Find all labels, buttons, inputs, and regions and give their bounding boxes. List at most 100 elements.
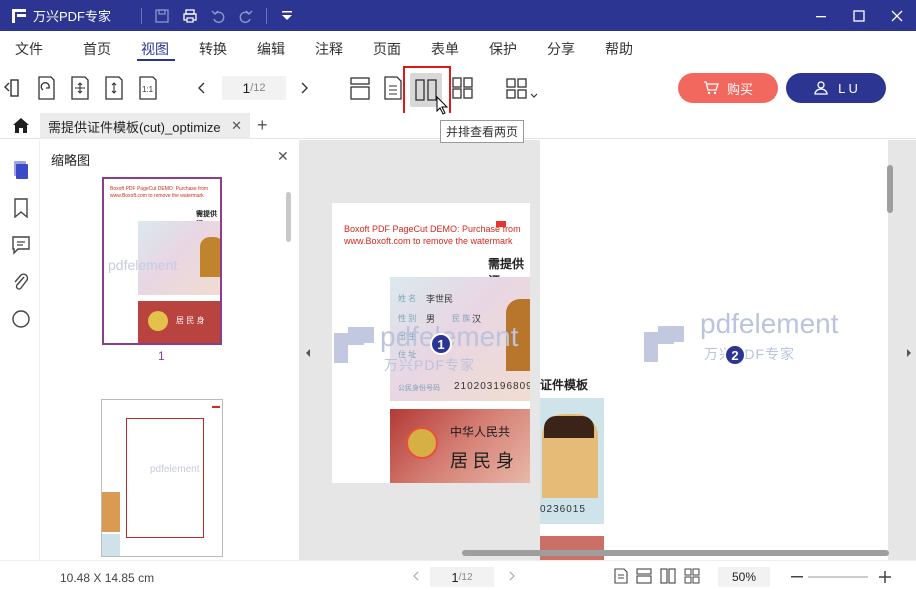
zoom-out-icon[interactable] [790, 570, 804, 584]
close-tab-icon[interactable]: ✕ [231, 118, 242, 134]
buy-button[interactable]: 购买 [678, 73, 778, 103]
status-next-page-icon[interactable] [508, 571, 516, 581]
menu-share[interactable]: 分享 [547, 39, 575, 59]
thumb2-watermark: pdfelement [150, 464, 200, 475]
home-tab-button[interactable] [12, 117, 30, 137]
id-number-label: 公民身份号码 [398, 385, 440, 392]
zoom-slider[interactable] [808, 576, 868, 578]
view-toolbar: 1:1 1/12 [0, 63, 916, 117]
app-logo-icon [12, 8, 26, 23]
page-thumbnail-2[interactable]: pdfelement [101, 399, 223, 557]
page-thumbnail-1[interactable]: Boxoft PDF PageCut DEMO: Purchase from ww… [102, 177, 222, 345]
menu-file[interactable]: 文件 [15, 39, 43, 59]
menu-home[interactable]: 首页 [83, 39, 111, 59]
bookmark-icon[interactable] [11, 198, 31, 218]
zoom-level-input[interactable]: 50% [718, 567, 770, 587]
document-page-1: Boxoft PDF PageCut DEMO: Purchase from w… [332, 203, 530, 483]
comment-icon[interactable] [11, 235, 31, 255]
previous-page-button[interactable] [190, 75, 214, 101]
card-back-line2: 居 民 身 [450, 451, 515, 471]
print-icon[interactable] [182, 8, 198, 24]
home-icon [13, 118, 29, 133]
fit-page-button[interactable] [68, 75, 92, 101]
menu-protect[interactable]: 保护 [489, 39, 517, 59]
continuous-scroll-view-button[interactable] [381, 75, 405, 101]
vertical-scrollbar[interactable] [887, 165, 893, 213]
actual-size-button[interactable]: 1:1 [136, 75, 160, 101]
user-account-button[interactable]: L U [786, 73, 886, 103]
user-label: L U [838, 80, 858, 96]
thumb-emblem-icon [148, 311, 168, 331]
close-icon [891, 10, 903, 21]
menu-view[interactable]: 视图 [141, 39, 169, 59]
document-page-2: 证件模板 0236015 pdfelement 万兴PDF专家 2 [540, 140, 888, 560]
fit-height-button[interactable] [102, 75, 126, 101]
window-controls [802, 0, 916, 31]
next-page-button[interactable] [292, 75, 316, 101]
toolbar-scroll-left-button[interactable] [2, 75, 20, 101]
collapse-right-icon[interactable] [905, 348, 913, 358]
page-2-id-number: 0236015 [540, 504, 586, 515]
thumb-demo-line2: www.Boxoft.com to remove the watermark [110, 193, 204, 199]
chevron-right-icon [301, 82, 308, 94]
thumbnail-panel-title: 缩略图 [51, 153, 91, 168]
page-number-input[interactable]: 1/12 [222, 76, 286, 100]
cart-icon [703, 81, 719, 95]
redo-icon[interactable] [238, 8, 254, 24]
pdfelement-watermark-cn: 万兴PDF专家 [384, 357, 475, 373]
single-page-icon [350, 77, 370, 100]
pdfelement-watermark-cn-2: 万兴PDF专家 [704, 346, 795, 362]
name-label: 姓 名 [398, 294, 417, 303]
chevron-left-icon [198, 82, 205, 94]
active-menu-indicator [137, 59, 175, 61]
close-window-button[interactable] [878, 0, 916, 31]
menu-edit[interactable]: 编辑 [257, 39, 285, 59]
horizontal-scrollbar[interactable] [462, 550, 889, 556]
customize-quick-access-icon[interactable] [279, 8, 295, 24]
thumbnail-1-number: 1 [158, 349, 165, 363]
page-layout-dropdown[interactable] [505, 75, 539, 101]
id-card-back: 中华人民共 居 民 身 [390, 409, 530, 483]
document-tab[interactable]: 需提供证件模板(cut)_optimize ✕ [40, 113, 250, 139]
pdfelement-logo-icon [644, 326, 684, 362]
thumb-portrait [200, 237, 220, 277]
new-tab-button[interactable]: + [257, 115, 268, 136]
single-page-view-button[interactable] [348, 75, 372, 101]
page-2-portrait-card: 0236015 [540, 398, 604, 524]
zoom-in-icon[interactable] [878, 570, 892, 584]
menu-help[interactable]: 帮助 [605, 39, 633, 59]
thumbnail-panel-icon[interactable] [11, 160, 31, 180]
attachment-icon[interactable] [11, 272, 31, 292]
demo-watermark-text: Boxoft PDF PageCut DEMO: Purchase from w… [344, 223, 521, 247]
minimize-button[interactable] [802, 0, 840, 31]
thumb-demo-line1: Boxoft PDF PageCut DEMO: Purchase from [110, 186, 209, 192]
thumb2-portrait [102, 492, 120, 532]
thumbnail-scrollbar[interactable] [286, 192, 291, 242]
undo-icon[interactable] [210, 8, 226, 24]
menu-comment[interactable]: 注释 [315, 39, 343, 59]
save-icon[interactable] [154, 8, 170, 24]
menu-bar: 文件 首页 视图 转换 编辑 注释 页面 表单 保护 分享 帮助 [0, 31, 916, 63]
rotate-left-icon [4, 79, 19, 97]
collapse-left-icon[interactable] [304, 348, 312, 358]
maximize-button[interactable] [840, 0, 878, 31]
menu-form[interactable]: 表单 [431, 39, 459, 59]
status-grid-view-icon[interactable] [684, 568, 700, 584]
status-two-page-icon[interactable] [660, 568, 676, 584]
status-single-page-icon[interactable] [636, 568, 652, 584]
document-viewer[interactable]: Boxoft PDF PageCut DEMO: Purchase from w… [300, 140, 916, 560]
status-page-input[interactable]: 1/12 [430, 567, 494, 587]
menu-convert[interactable]: 转换 [199, 39, 227, 59]
thumb-card-text: 居 民 身 [176, 316, 205, 325]
demo-line-1: Boxoft PDF PageCut DEMO: Purchase from [344, 224, 521, 234]
status-continuous-view-icon[interactable] [614, 568, 628, 584]
search-panel-icon[interactable] [11, 309, 31, 329]
thumb-watermark: pdfelement [108, 257, 178, 273]
close-thumbnail-panel-icon[interactable]: ✕ [277, 148, 289, 165]
document-tab-title: 需提供证件模板(cut)_optimize [48, 119, 221, 135]
status-prev-page-icon[interactable] [412, 571, 420, 581]
mouse-cursor-icon [436, 96, 449, 115]
two-page-scroll-view-button[interactable] [451, 75, 475, 101]
menu-page[interactable]: 页面 [373, 39, 401, 59]
rotate-right-button[interactable] [33, 75, 57, 101]
